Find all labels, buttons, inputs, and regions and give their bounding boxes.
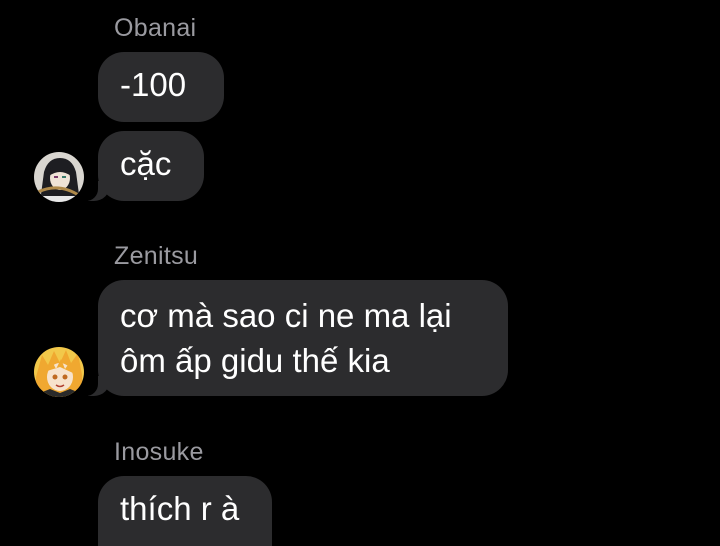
message-text: -100 xyxy=(120,66,187,103)
sender-name-zenitsu: Zenitsu xyxy=(114,242,199,270)
sender-name-obanai: Obanai xyxy=(114,14,197,42)
message-text: thích r à xyxy=(120,490,240,527)
message-bubble[interactable]: cặc xyxy=(78,131,204,201)
sender-name-inosuke: Inosuke xyxy=(114,438,204,466)
message-text: cặc xyxy=(120,145,172,182)
message-bubble[interactable]: cơ mà sao ci ne ma lại ôm ấp gidu thế ki… xyxy=(78,280,508,396)
message-bubble[interactable]: thích r à xyxy=(98,476,272,546)
message-text-line: ôm ấp gidu thế kia xyxy=(120,342,390,379)
message-text-line: cơ mà sao ci ne ma lại xyxy=(120,297,452,334)
obanai-avatar[interactable] xyxy=(34,152,84,202)
zenitsu-avatar[interactable] xyxy=(34,347,84,397)
message-bubble[interactable]: -100 xyxy=(98,52,224,122)
